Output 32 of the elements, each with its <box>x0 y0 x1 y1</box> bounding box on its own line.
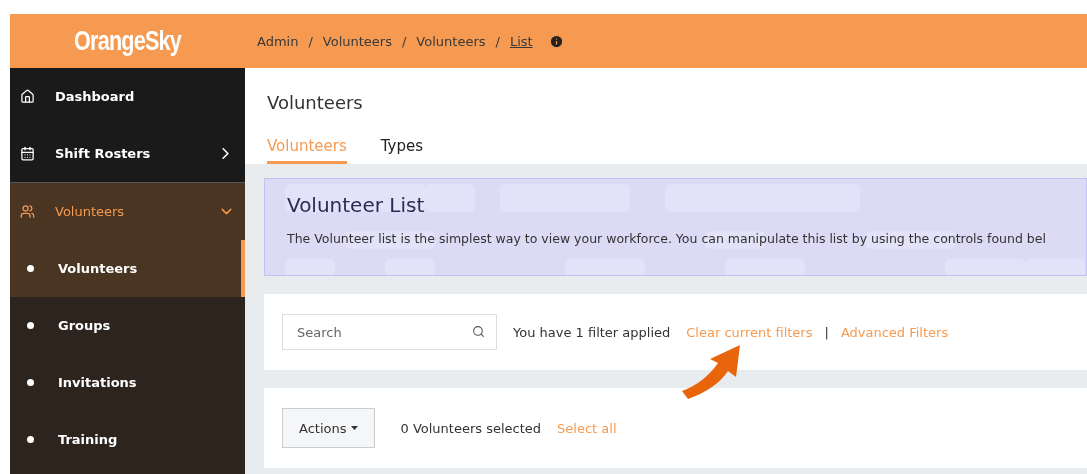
home-icon <box>20 89 35 104</box>
sidebar-item[interactable]: Dashboard <box>10 68 245 125</box>
breadcrumb-link[interactable]: Admin <box>257 33 299 49</box>
bullet-icon <box>27 436 34 443</box>
bullet-icon <box>27 322 34 329</box>
breadcrumb-separator: / <box>495 33 500 49</box>
submenu-item[interactable]: Volunteers <box>10 240 245 297</box>
banner-description: The Volunteer list is the simplest way to view your workforce. You can manipulate this list by using the controls found bel <box>287 231 1047 246</box>
breadcrumb-separator: / <box>401 33 407 49</box>
info-icon[interactable] <box>548 33 564 49</box>
breadcrumb-link[interactable]: Volunteers <box>416 33 486 49</box>
submenu-item[interactable]: Groups <box>10 297 245 354</box>
tab[interactable]: Types <box>380 137 424 164</box>
breadcrumb-separator: / <box>308 33 313 49</box>
banner-title: Volunteer List <box>287 193 426 217</box>
breadcrumb-link[interactable]: Volunteers <box>322 33 392 49</box>
search-field[interactable]: Search <box>282 314 497 350</box>
sidebar-item[interactable]: Shift Rosters <box>10 125 245 182</box>
people-icon <box>20 204 35 219</box>
calendar-icon <box>20 146 35 161</box>
bullet-icon <box>27 265 34 272</box>
actions-button[interactable]: Actions <box>282 408 375 448</box>
submenu-item[interactable]: Training <box>10 411 245 468</box>
search-icon <box>472 325 485 338</box>
caret-icon <box>350 426 358 430</box>
page-title: Volunteers <box>267 92 364 113</box>
bullet-icon <box>27 379 34 386</box>
submenu-item[interactable]: Invitations <box>10 354 245 411</box>
selection-count: 0 Volunteers selected <box>400 420 542 436</box>
link-divider: | <box>824 324 829 340</box>
breadcrumb-link[interactable]: List <box>509 33 533 49</box>
filter-status: You have 1 filter applied <box>513 324 671 340</box>
